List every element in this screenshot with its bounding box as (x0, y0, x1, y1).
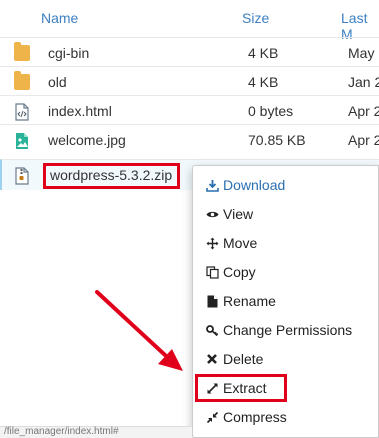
annotation-arrow (95, 290, 183, 371)
status-bar: /file_manager/index.html# (0, 426, 192, 438)
status-url: /file_manager/index.html# (4, 426, 119, 437)
